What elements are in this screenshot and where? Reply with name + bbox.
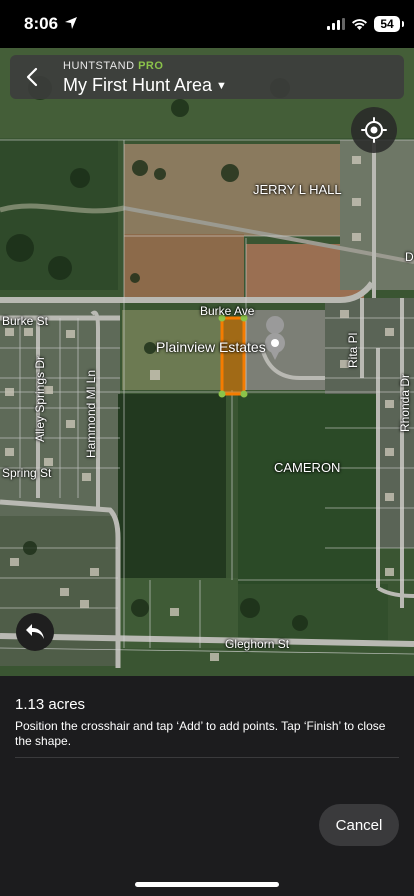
map-label-alley-springs: Alley Springs Dr — [33, 355, 47, 442]
brand-name: HUNTSTAND — [63, 60, 135, 72]
hunt-area-header: HUNTSTAND PRO My First Hunt Area ▼ — [10, 55, 404, 99]
map-label-d: D — [405, 250, 414, 264]
map-label-cameron: CAMERON — [274, 460, 341, 475]
cancel-button[interactable]: Cancel — [319, 804, 399, 846]
undo-button[interactable] — [16, 613, 54, 651]
map-label-jerry-hall: JERRY L HALL — [253, 182, 342, 197]
drawing-panel: 1.13 acres Position the crosshair and ta… — [0, 676, 414, 896]
map-view[interactable]: JERRY L HALL Burke Ave Burke St Plainvie… — [0, 48, 414, 676]
status-time: 8:06 — [24, 14, 59, 33]
location-arrow-icon — [65, 17, 77, 29]
map-label-hammond: Hammond Ml Ln — [84, 369, 98, 458]
wifi-icon — [352, 19, 367, 30]
brand-label: HUNTSTAND PRO — [63, 60, 163, 72]
back-button[interactable] — [18, 63, 46, 91]
map-label-rita: Rita Pl — [346, 332, 360, 368]
map-label-gleghorn: Gleghorn St — [225, 637, 290, 651]
vertex-point — [240, 390, 248, 398]
vertex-point — [218, 390, 226, 398]
area-title: My First Hunt Area — [63, 75, 213, 95]
caret-down-icon: ▼ — [216, 80, 227, 93]
map-label-spring-st: Spring St — [2, 466, 52, 480]
map-label-burke-st: Burke St — [2, 314, 49, 328]
acreage-value: 1.13 acres — [15, 696, 86, 713]
crosshair-icon — [361, 117, 387, 143]
map-label-rhonda: Rhonda Dr — [398, 373, 412, 432]
undo-icon — [26, 624, 44, 639]
status-icons: 54 — [327, 14, 404, 34]
battery-level: 54 — [380, 17, 394, 31]
battery-indicator: 54 — [374, 16, 404, 32]
area-selector[interactable]: My First Hunt Area ▼ — [63, 75, 227, 96]
home-indicator[interactable] — [135, 882, 279, 887]
locate-button[interactable] — [351, 107, 397, 153]
drawing-instructions: Position the crosshair and tap ‘Add’ to … — [15, 719, 386, 748]
map-label-plainview: Plainview Estates — [156, 339, 266, 355]
brand-tier: PRO — [138, 60, 164, 72]
hunt-area-shape — [220, 316, 246, 396]
divider — [15, 757, 399, 758]
signal-icon — [327, 18, 345, 30]
map-label-burke-ave: Burke Ave — [200, 304, 255, 318]
status-bar: 8:06 54 — [0, 0, 414, 48]
chevron-left-icon — [26, 67, 38, 87]
